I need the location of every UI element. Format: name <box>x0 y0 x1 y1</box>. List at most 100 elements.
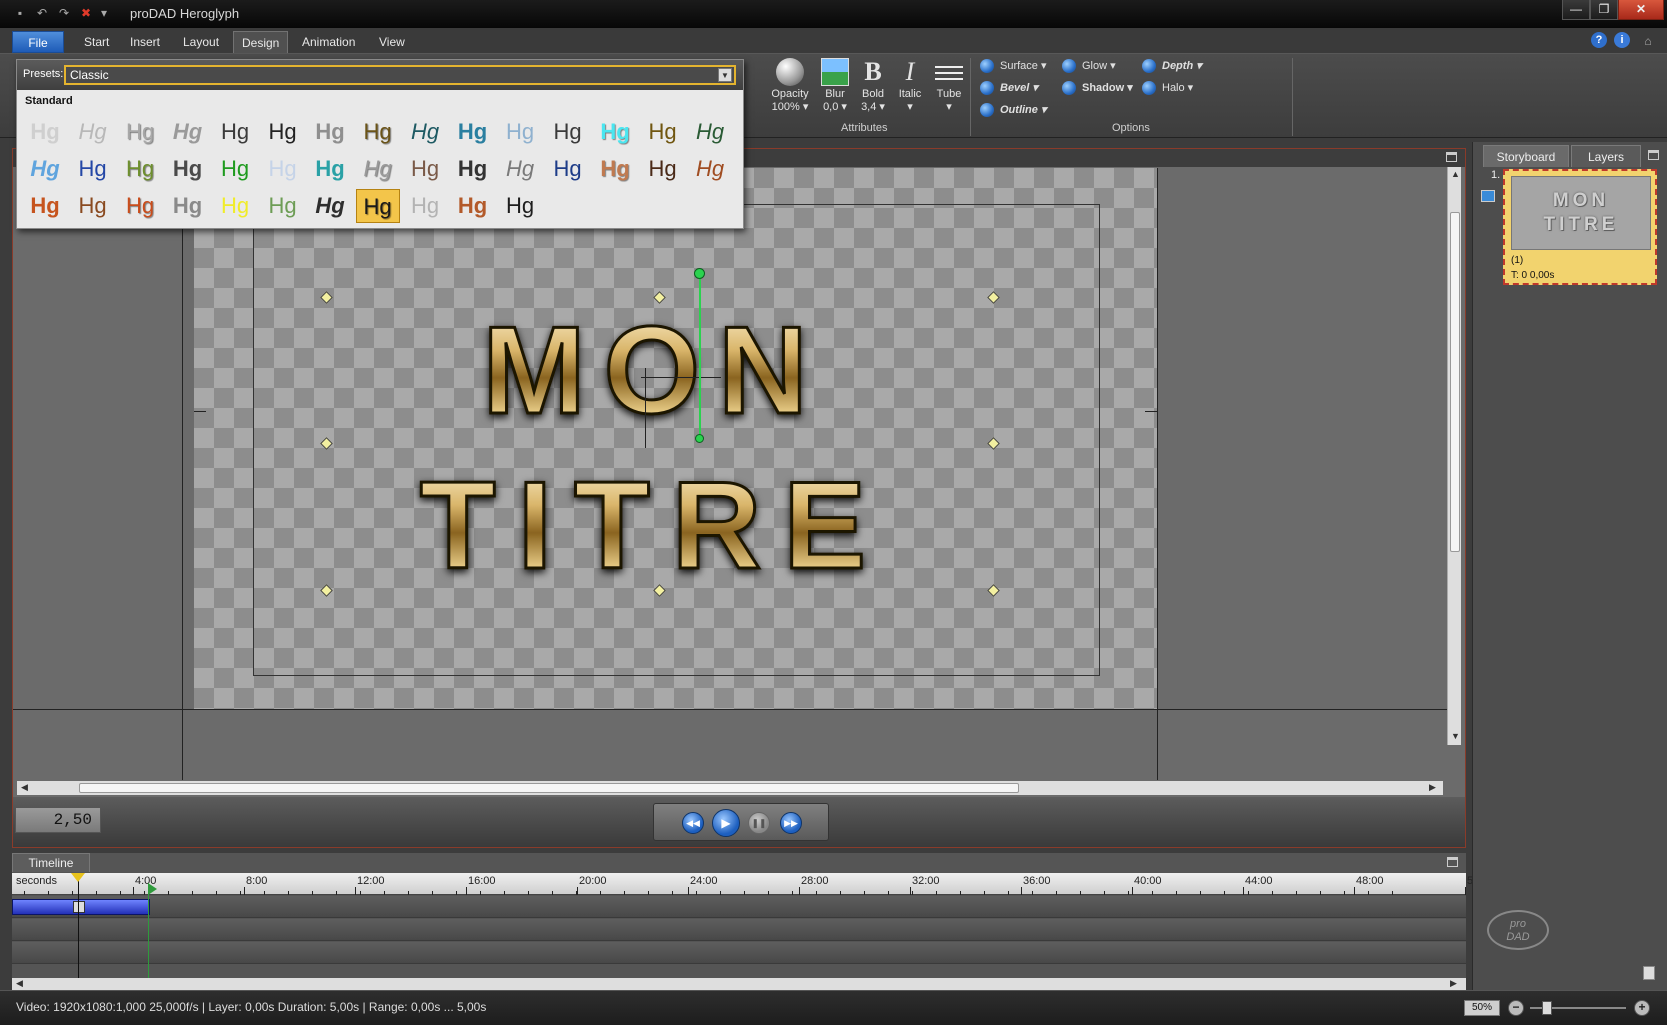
outline-option[interactable]: Outline ▾ <box>980 102 1046 118</box>
horizontal-scrollbar[interactable]: ◀ ▶ <box>17 781 1443 795</box>
zoom-out-icon[interactable]: − <box>1508 1000 1524 1016</box>
preset-style-item[interactable]: Hg <box>546 115 590 149</box>
bold-button[interactable]: B Bold 3,4 ▾ <box>856 58 890 114</box>
glow-option[interactable]: Glow ▾ <box>1062 58 1116 74</box>
zoom-in-icon[interactable]: + <box>1634 1000 1650 1016</box>
maximize-panel-icon[interactable] <box>1648 150 1659 160</box>
skip-forward-icon[interactable]: ▶▶ <box>780 812 802 834</box>
maximize-panel-icon[interactable] <box>1446 152 1457 162</box>
skip-back-icon[interactable]: ◀◀ <box>682 812 704 834</box>
preset-style-item[interactable]: Hg <box>403 152 447 186</box>
current-time-display[interactable]: 2,50 <box>15 807 101 833</box>
timeline-ruler[interactable]: seconds 4:00 8:00 12:00 16:00 20:00 24:00 28:0… <box>12 873 1473 895</box>
zoom-slider-thumb[interactable] <box>1542 1001 1552 1015</box>
scroll-right-icon[interactable]: ▶ <box>1450 978 1457 989</box>
italic-button[interactable]: I Italic ▾ <box>892 58 928 114</box>
preset-style-item[interactable]: Hg <box>498 115 542 149</box>
dropdown-icon[interactable]: ▾ <box>96 5 112 21</box>
vertical-scroll-thumb[interactable] <box>1450 212 1460 552</box>
preset-style-item[interactable]: Hg <box>451 115 495 149</box>
help-icon[interactable]: ? <box>1591 32 1607 48</box>
maximize-panel-icon[interactable] <box>1447 857 1458 867</box>
preset-style-item[interactable]: Hg <box>308 152 352 186</box>
preset-style-item[interactable]: Hg <box>23 115 67 149</box>
preset-style-item[interactable]: Hg <box>356 152 400 186</box>
preset-style-item[interactable]: Hg <box>261 189 305 223</box>
zoom-value[interactable]: 50% <box>1464 1000 1500 1016</box>
preset-style-item[interactable]: Hg <box>213 152 257 186</box>
preset-style-item[interactable]: Hg <box>308 115 352 149</box>
halo-option[interactable]: Halo ▾ <box>1142 80 1193 96</box>
save-icon[interactable]: ▪ <box>12 5 28 21</box>
scroll-left-icon[interactable]: ◀ <box>21 782 28 793</box>
timeline-scrollbar[interactable]: ◀ ▶ <box>12 978 1466 990</box>
preset-style-item[interactable]: Hg <box>355 189 400 223</box>
tab-animation[interactable]: Animation <box>294 31 363 53</box>
close-button[interactable]: ✕ <box>1618 0 1664 20</box>
bevel-option[interactable]: Bevel ▾ <box>980 80 1038 96</box>
preset-style-item[interactable]: Hg <box>71 115 115 149</box>
preset-style-item[interactable]: Hg <box>451 152 495 186</box>
range-end-marker[interactable] <box>148 883 149 980</box>
preset-style-item[interactable]: Hg <box>261 152 305 186</box>
shadow-option[interactable]: Shadow ▾ <box>1062 80 1133 96</box>
preset-style-item[interactable]: Hg <box>213 189 257 223</box>
preset-style-item[interactable]: Hg <box>498 189 542 223</box>
pin-icon[interactable]: ⌂ <box>1640 33 1656 49</box>
preset-style-item[interactable]: Hg <box>593 115 637 149</box>
preset-style-item[interactable]: Hg <box>118 152 162 186</box>
timeline-track[interactable] <box>12 942 1466 964</box>
info-icon[interactable]: i <box>1614 32 1630 48</box>
scroll-up-icon[interactable]: ▲ <box>1451 169 1460 179</box>
preset-style-item[interactable]: Hg <box>118 115 162 149</box>
preset-style-item[interactable]: Hg <box>641 115 685 149</box>
tab-design[interactable]: Design <box>233 31 289 53</box>
tab-file[interactable]: File <box>12 31 64 53</box>
tab-layers[interactable]: Layers <box>1571 145 1641 167</box>
undo-icon[interactable]: ↶ <box>34 5 50 21</box>
scroll-right-icon[interactable]: ▶ <box>1429 782 1436 793</box>
preset-style-item[interactable]: Hg <box>498 152 542 186</box>
surface-option[interactable]: Surface ▾ <box>980 58 1047 74</box>
preset-style-item[interactable]: Hg <box>213 115 257 149</box>
horizontal-scroll-thumb[interactable] <box>79 783 1019 793</box>
tab-layout[interactable]: Layout <box>175 31 227 53</box>
preset-style-item[interactable]: Hg <box>166 152 210 186</box>
blur-button[interactable]: Blur 0,0 ▾ <box>818 58 852 114</box>
presets-combo[interactable]: Classic ▼ <box>64 65 736 85</box>
preset-style-item[interactable]: Hg <box>71 152 115 186</box>
opacity-button[interactable]: Opacity 100% ▾ <box>768 58 812 114</box>
preset-style-item[interactable]: Hg <box>688 115 732 149</box>
storyboard-item[interactable]: MON TITRE (1) T: 0 0,00s <box>1503 169 1657 285</box>
maximize-button[interactable]: ❐ <box>1590 0 1618 20</box>
tube-button[interactable]: Tube ▾ <box>932 58 966 114</box>
preset-style-item[interactable]: Hg <box>71 189 115 223</box>
scroll-down-icon[interactable]: ▼ <box>1451 731 1460 741</box>
tab-start[interactable]: Start <box>76 31 117 53</box>
new-page-icon[interactable] <box>1643 966 1655 980</box>
rotation-handle[interactable] <box>694 268 705 279</box>
preset-style-item[interactable]: Hg <box>593 152 637 186</box>
play-icon[interactable]: ▶ <box>712 809 740 837</box>
chevron-down-icon[interactable]: ▼ <box>718 68 732 82</box>
preset-style-item[interactable]: Hg <box>356 115 400 149</box>
vertical-scrollbar[interactable]: ▲ ▼ <box>1447 167 1461 745</box>
preset-style-item[interactable]: Hg <box>118 189 162 223</box>
preset-style-item[interactable]: Hg <box>261 115 305 149</box>
preset-style-item[interactable]: Hg <box>546 152 590 186</box>
tab-storyboard[interactable]: Storyboard <box>1483 145 1569 167</box>
timeline-track[interactable] <box>12 919 1466 941</box>
tab-timeline[interactable]: Timeline <box>12 853 90 872</box>
depth-option[interactable]: Depth ▾ <box>1142 58 1202 74</box>
preset-style-item[interactable]: Hg <box>451 189 495 223</box>
timeline-clip[interactable] <box>12 899 150 915</box>
preset-style-item[interactable]: Hg <box>641 152 685 186</box>
scroll-left-icon[interactable]: ◀ <box>16 978 23 989</box>
preset-style-item[interactable]: Hg <box>23 189 67 223</box>
preset-style-item[interactable]: Hg <box>23 152 67 186</box>
tab-view[interactable]: View <box>371 31 413 53</box>
preset-style-item[interactable]: Hg <box>403 115 447 149</box>
minimize-button[interactable]: — <box>1562 0 1590 20</box>
pivot-handle[interactable] <box>695 434 704 443</box>
timeline-track[interactable] <box>12 896 1466 918</box>
